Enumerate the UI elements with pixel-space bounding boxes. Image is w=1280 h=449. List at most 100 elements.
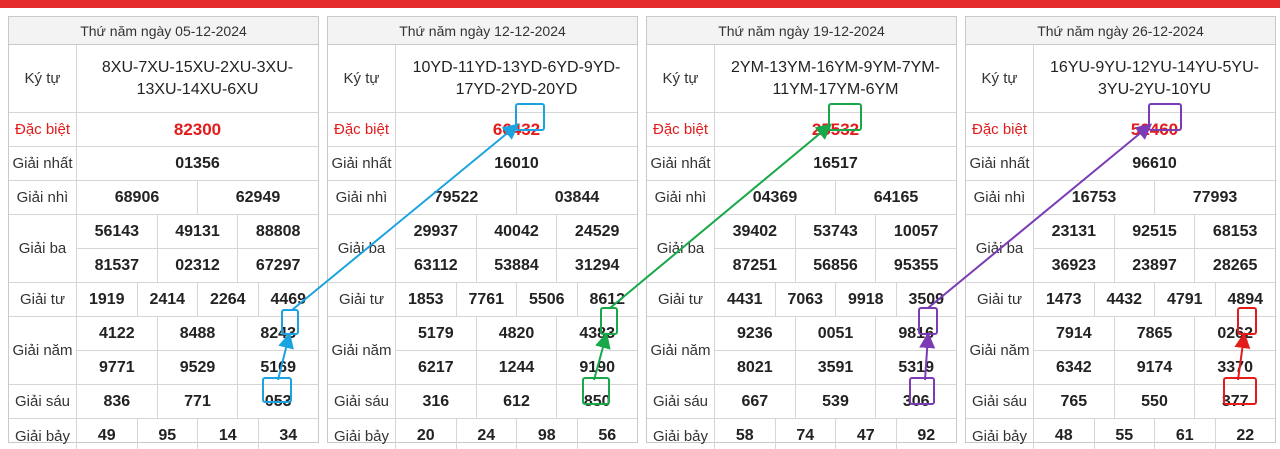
prize-value: 377 <box>1194 385 1275 418</box>
prize-value: 47 <box>835 419 896 449</box>
prize-value: 92 <box>895 419 957 449</box>
prize-value: 53743 <box>794 215 876 248</box>
row-label: Giải nhì <box>328 181 396 214</box>
prize-value: 6342 <box>1056 358 1092 376</box>
row-label: Giải ba <box>9 215 77 282</box>
prize-value: 81537 <box>94 256 140 274</box>
row-label: Giải nhất <box>966 147 1034 180</box>
row-giai-nam: Giải năm 9236 0051 9816 8021 3591 5319 <box>647 317 956 385</box>
row-label: Giải ba <box>966 215 1034 282</box>
row-giai-sau: Giải sáu 836 771 053 <box>9 385 318 419</box>
row-label: Đặc biệt <box>966 113 1034 146</box>
prize-value: 04369 <box>752 188 798 206</box>
prize-value: 56 <box>576 419 638 449</box>
row-ky-tu: Ký tự 16YU-9YU-12YU-14YU-5YU-3YU-2YU-10Y… <box>966 45 1275 113</box>
prize-value: 95 <box>136 419 198 449</box>
prize-value: 36923 <box>1051 256 1097 274</box>
row-label: Đặc biệt <box>647 113 715 146</box>
row-label: Đặc biệt <box>9 113 77 146</box>
prize-value: 3509 <box>895 283 957 316</box>
row-giai-nhat: Giải nhất 16517 <box>647 147 956 181</box>
row-label: Ký tự <box>328 45 396 112</box>
row-label: Giải tư <box>966 283 1034 316</box>
prize-value: 850 <box>556 385 637 418</box>
prize-value: 39402 <box>732 222 778 240</box>
prize-value: 22 <box>1214 419 1276 449</box>
prize-value: 96610 <box>1132 154 1177 172</box>
prize-value: 1473 <box>1045 290 1082 308</box>
prize-value: 3370 <box>1194 351 1275 384</box>
prize-value: 8021 <box>737 358 773 376</box>
ticket-code: 16YU-9YU-12YU-14YU-5YU-3YU-2YU-10YU <box>1050 58 1259 98</box>
prize-value: 7761 <box>455 283 517 316</box>
row-giai-ba: Giải ba 39402 53743 10057 87251 56856 95… <box>647 215 956 283</box>
row-label: Giải ba <box>647 215 715 282</box>
row-giai-sau: Giải sáu 667 539 306 <box>647 385 956 419</box>
prize-value: 56143 <box>94 222 140 240</box>
row-label: Giải sáu <box>9 385 77 418</box>
prize-value: 316 <box>422 392 450 410</box>
row-giai-nhat: Giải nhất 01356 <box>9 147 318 181</box>
prize-value: 24529 <box>556 215 637 248</box>
row-label: Giải bảy <box>966 419 1034 449</box>
prize-value: 053 <box>237 385 318 418</box>
prize-value: 4432 <box>1093 283 1155 316</box>
prize-value: 16753 <box>1071 188 1117 206</box>
row-label: Giải năm <box>647 317 715 384</box>
special-prize-value: 66432 <box>492 119 541 139</box>
row-dac-biet: Đặc biệt 52460 <box>966 113 1275 147</box>
prize-value: 550 <box>1113 385 1195 418</box>
prize-value: 8243 <box>237 317 318 350</box>
board-date: Thứ năm ngày 12-12-2024 <box>328 17 637 45</box>
prize-value: 03844 <box>516 181 637 214</box>
ticket-code: 8XU-7XU-15XU-2XU-3XU-13XU-14XU-6XU <box>101 58 294 98</box>
prize-value: 667 <box>741 392 769 410</box>
result-board: Thứ năm ngày 19-12-2024 Ký tự 2YM-13YM-1… <box>646 16 957 449</box>
prize-value: 1919 <box>88 290 125 308</box>
prize-value: 9174 <box>1113 351 1195 384</box>
prize-value: 68906 <box>114 188 160 206</box>
prize-value: 34 <box>257 419 319 449</box>
prize-value: 61 <box>1154 419 1215 449</box>
row-label: Đặc biệt <box>328 113 396 146</box>
prize-value: 01356 <box>175 154 220 172</box>
row-label: Giải bảy <box>9 419 77 449</box>
prize-value: 9529 <box>156 351 238 384</box>
row-label: Ký tự <box>647 45 715 112</box>
row-label: Giải sáu <box>647 385 715 418</box>
prize-value: 0051 <box>794 317 876 350</box>
prize-value: 23897 <box>1113 249 1195 282</box>
prize-value: 16517 <box>813 154 858 172</box>
row-label: Giải tư <box>647 283 715 316</box>
row-label: Giải nhì <box>647 181 715 214</box>
prize-value: 02312 <box>156 249 238 282</box>
row-label: Giải nhất <box>9 147 77 180</box>
prize-value: 68153 <box>1194 215 1275 248</box>
prize-value: 79522 <box>433 188 479 206</box>
prize-value: 4820 <box>475 317 557 350</box>
row-dac-biet: Đặc biệt 82300 <box>9 113 318 147</box>
result-board: Thứ năm ngày 05-12-2024 Ký tự 8XU-7XU-15… <box>8 16 319 449</box>
row-label: Giải nhì <box>9 181 77 214</box>
row-label: Giải nhất <box>328 147 396 180</box>
special-prize-value: 25532 <box>811 119 860 139</box>
prize-value: 9918 <box>835 283 896 316</box>
prize-value: 1853 <box>407 290 444 308</box>
prize-value: 88808 <box>237 215 318 248</box>
prize-value: 1244 <box>475 351 557 384</box>
prize-value: 49131 <box>156 215 238 248</box>
prize-value: 4383 <box>556 317 637 350</box>
prize-value: 4791 <box>1154 283 1215 316</box>
row-giai-nhi: Giải nhì 79522 03844 <box>328 181 637 215</box>
prize-value: 67297 <box>237 249 318 282</box>
prize-value: 5506 <box>516 283 577 316</box>
prize-value: 539 <box>794 385 876 418</box>
row-label: Giải bảy <box>328 419 396 449</box>
row-label: Giải nhì <box>966 181 1034 214</box>
prize-value: 29937 <box>413 222 459 240</box>
prize-value: 4894 <box>1214 283 1276 316</box>
row-giai-nhat: Giải nhất 16010 <box>328 147 637 181</box>
prize-value: 5169 <box>237 351 318 384</box>
row-label: Giải năm <box>9 317 77 384</box>
prize-value: 8612 <box>576 283 638 316</box>
